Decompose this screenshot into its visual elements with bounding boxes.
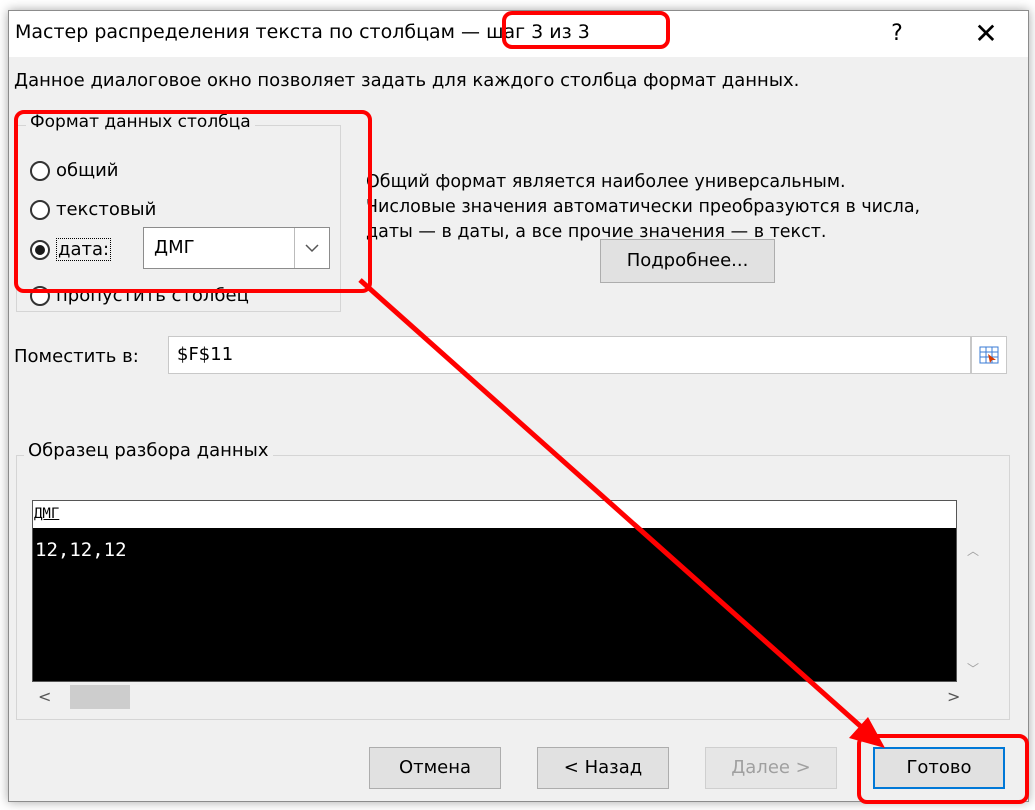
dialog-description: Данное диалоговое окно позволяет задать …: [14, 70, 800, 91]
destination-input[interactable]: $F$11: [168, 336, 971, 374]
more-details-button[interactable]: Подробнее...: [600, 239, 775, 283]
dialog-title-main: Мастер распределения текста по столбцам …: [15, 21, 487, 43]
radio-date-label: дата:: [56, 238, 112, 261]
radio-general-label: общий: [56, 160, 119, 181]
radio-general-indicator[interactable]: [30, 160, 50, 181]
next-button[interactable]: Далее >: [705, 747, 837, 789]
radio-date[interactable]: дата:: [30, 238, 112, 261]
data-preview-grid[interactable]: ДМГ 12,12,12: [32, 500, 957, 682]
info-line-2: Числовые значения автоматически преобраз…: [366, 197, 921, 217]
scroll-right-icon[interactable]: >: [947, 687, 960, 706]
back-button[interactable]: < Назад: [537, 747, 669, 789]
data-preview-title: Образец разбора данных: [24, 440, 273, 461]
finish-button[interactable]: Готово: [873, 747, 1005, 789]
title-bar: Мастер распределения текста по столбцам …: [9, 11, 1028, 57]
preview-row: 12,12,12: [35, 539, 127, 561]
preview-column-header[interactable]: ДМГ: [33, 501, 956, 529]
close-button[interactable]: ✕: [961, 15, 1011, 53]
range-select-icon[interactable]: [971, 336, 1007, 374]
radio-text-indicator[interactable]: [30, 199, 50, 220]
radio-skip-label: пропустить столбец: [56, 285, 249, 306]
chevron-down-icon[interactable]: [294, 228, 329, 268]
info-line-1: Общий формат является наиболее универсал…: [366, 172, 846, 192]
date-format-value: ДМГ: [154, 237, 195, 258]
dialog-title-step: шаг 3 из 3: [486, 21, 590, 43]
date-format-select[interactable]: ДМГ: [143, 227, 330, 269]
help-button[interactable]: ?: [877, 15, 917, 53]
radio-general[interactable]: общий: [30, 160, 118, 181]
scroll-left-icon[interactable]: <: [38, 687, 51, 706]
radio-date-indicator[interactable]: [30, 239, 50, 260]
radio-text[interactable]: текстовый: [30, 199, 156, 220]
radio-skip[interactable]: пропустить столбец: [30, 285, 249, 306]
cancel-button[interactable]: Отмена: [369, 747, 501, 789]
destination-label: Поместить в:: [14, 346, 139, 367]
column-format-title: Формат данных столбца: [26, 112, 255, 132]
preview-vertical-scrollbar[interactable]: ︿ ﹀: [961, 528, 985, 682]
dialog-title: Мастер распределения текста по столбцам …: [15, 21, 590, 43]
scroll-thumb[interactable]: [70, 685, 130, 709]
radio-skip-indicator[interactable]: [30, 285, 50, 306]
preview-horizontal-scrollbar[interactable]: < >: [32, 683, 985, 713]
scroll-down-icon[interactable]: ﹀: [961, 660, 985, 677]
scroll-up-icon[interactable]: ︿: [961, 542, 985, 559]
radio-text-label: текстовый: [56, 199, 157, 220]
